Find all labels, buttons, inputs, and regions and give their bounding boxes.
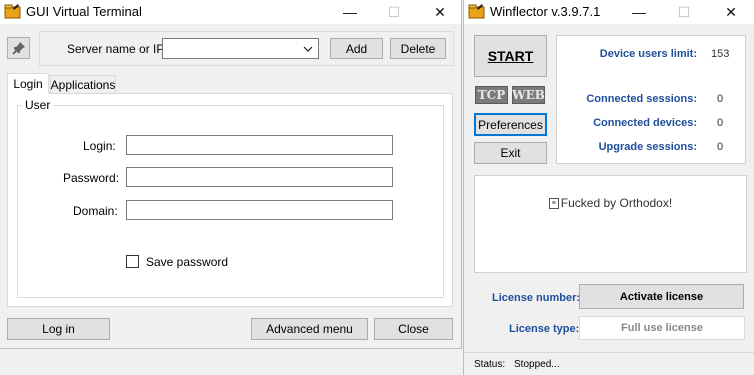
connected-devices-label: Connected devices: bbox=[593, 117, 697, 129]
license-number-label: License number: bbox=[492, 292, 581, 304]
save-password-label[interactable]: Save password bbox=[146, 255, 228, 269]
close-button[interactable]: Close bbox=[374, 318, 453, 340]
close-icon[interactable]: ✕ bbox=[711, 0, 751, 24]
dropdown-arrow-icon[interactable] bbox=[303, 45, 313, 53]
gui-terminal-window: GUI Virtual Terminal — ☐ ✕ Server name o… bbox=[0, 0, 462, 349]
connected-sessions-value: 0 bbox=[717, 93, 724, 105]
minimize-icon[interactable]: — bbox=[619, 0, 659, 24]
device-users-limit-label: Device users limit: bbox=[599, 48, 697, 60]
app-folder-icon bbox=[468, 4, 485, 19]
password-field[interactable] bbox=[126, 167, 393, 187]
message-text: Fucked by Orthodox! bbox=[560, 196, 673, 210]
connected-sessions-label: Connected sessions: bbox=[586, 93, 697, 105]
maximize-icon[interactable]: ☐ bbox=[374, 0, 414, 24]
status-label: Status: bbox=[474, 359, 506, 370]
stats-panel: Device users limit: 153 Connected sessio… bbox=[556, 35, 746, 164]
delete-button[interactable]: Delete bbox=[390, 38, 446, 59]
upgrade-sessions-value: 0 bbox=[717, 141, 724, 153]
login-field[interactable] bbox=[126, 135, 393, 155]
tab-login[interactable]: Login bbox=[7, 73, 49, 94]
add-button[interactable]: Add bbox=[330, 38, 383, 59]
server-label: Server name or IP: bbox=[67, 42, 168, 56]
pin-button[interactable] bbox=[7, 37, 30, 59]
web-button[interactable]: WEB bbox=[512, 86, 545, 104]
start-button[interactable]: START bbox=[474, 35, 547, 77]
maximize-icon[interactable]: ☐ bbox=[664, 0, 704, 24]
advanced-menu-button[interactable]: Advanced menu bbox=[251, 318, 368, 340]
domain-label: Domain: bbox=[73, 204, 118, 218]
tcp-button[interactable]: TCP bbox=[475, 86, 508, 104]
winflector-window: Winflector v.3.9.7.1 — ☐ ✕ START TCP WEB… bbox=[463, 0, 754, 375]
window-title: GUI Virtual Terminal bbox=[26, 4, 142, 19]
license-type-label: License type: bbox=[509, 323, 580, 335]
device-users-limit-value: 153 bbox=[711, 48, 730, 60]
pin-icon bbox=[11, 42, 25, 55]
connected-devices-value: 0 bbox=[717, 117, 724, 129]
gui-terminal-titlebar[interactable]: GUI Virtual Terminal — ☐ ✕ bbox=[0, 0, 461, 24]
domain-field[interactable] bbox=[126, 200, 393, 220]
message-icon: ≡ bbox=[548, 197, 559, 209]
status-bar: Status: Stopped... bbox=[464, 352, 754, 375]
login-tab-panel: User Login: Password: Domain: Save passw… bbox=[7, 93, 453, 307]
close-icon[interactable]: ✕ bbox=[420, 0, 460, 24]
license-type-value: Full use license bbox=[579, 316, 745, 340]
window-title: Winflector v.3.9.7.1 bbox=[490, 4, 601, 19]
winflector-titlebar[interactable]: Winflector v.3.9.7.1 — ☐ ✕ bbox=[464, 0, 754, 24]
minimize-icon[interactable]: — bbox=[330, 0, 370, 24]
password-label: Password: bbox=[63, 171, 120, 185]
login-label: Login: bbox=[83, 139, 116, 153]
message-row: ≡ Fucked by Orthodox! bbox=[475, 196, 746, 210]
preferences-button[interactable]: Preferences bbox=[474, 113, 547, 136]
save-password-checkbox[interactable] bbox=[126, 255, 139, 268]
tab-applications[interactable]: Applications bbox=[50, 75, 116, 94]
activate-license-button[interactable]: Activate license bbox=[579, 284, 744, 309]
app-folder-icon bbox=[4, 4, 21, 19]
exit-button[interactable]: Exit bbox=[474, 142, 547, 164]
server-combobox[interactable] bbox=[162, 38, 319, 59]
user-group-label: User bbox=[22, 98, 54, 112]
log-in-button[interactable]: Log in bbox=[7, 318, 110, 340]
message-panel: ≡ Fucked by Orthodox! bbox=[474, 175, 747, 273]
upgrade-sessions-label: Upgrade sessions: bbox=[598, 141, 697, 153]
status-value: Stopped... bbox=[514, 359, 560, 370]
